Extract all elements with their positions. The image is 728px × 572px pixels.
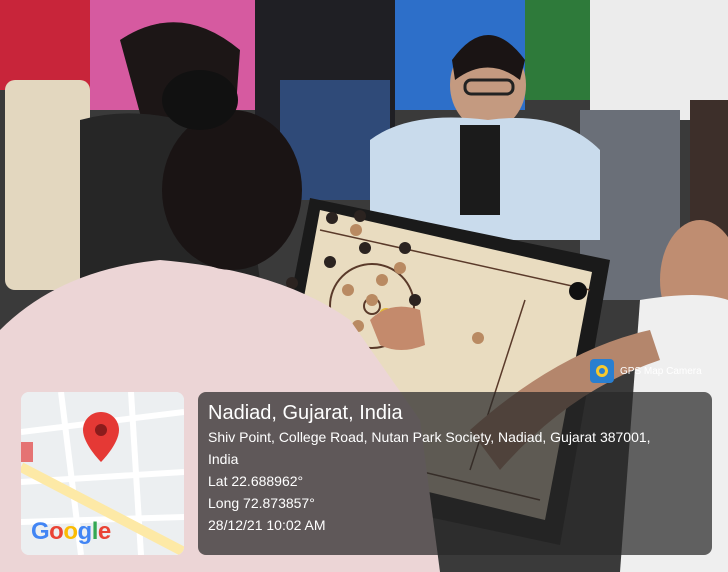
address-line-1: Shiv Point, College Road, Nutan Park Soc… <box>208 429 651 445</box>
location-info-panel: Nadiad, Gujarat, India Shiv Point, Colle… <box>198 392 712 555</box>
latitude: Lat 22.688962° <box>208 473 304 489</box>
address-line-2: India <box>208 451 239 467</box>
datetime: 28/12/21 10:02 AM <box>208 517 326 533</box>
map-pin-icon <box>83 412 119 467</box>
gps-map-camera-badge: GPS Map Camera <box>590 357 702 385</box>
badge-label: GPS Map Camera <box>620 365 702 377</box>
google-logo: Google <box>31 518 111 545</box>
location-title: Nadiad, Gujarat, India <box>208 402 403 424</box>
longitude: Long 72.873857° <box>208 495 315 511</box>
gps-camera-icon <box>590 359 614 383</box>
map-thumbnail[interactable]: Google <box>21 392 184 555</box>
